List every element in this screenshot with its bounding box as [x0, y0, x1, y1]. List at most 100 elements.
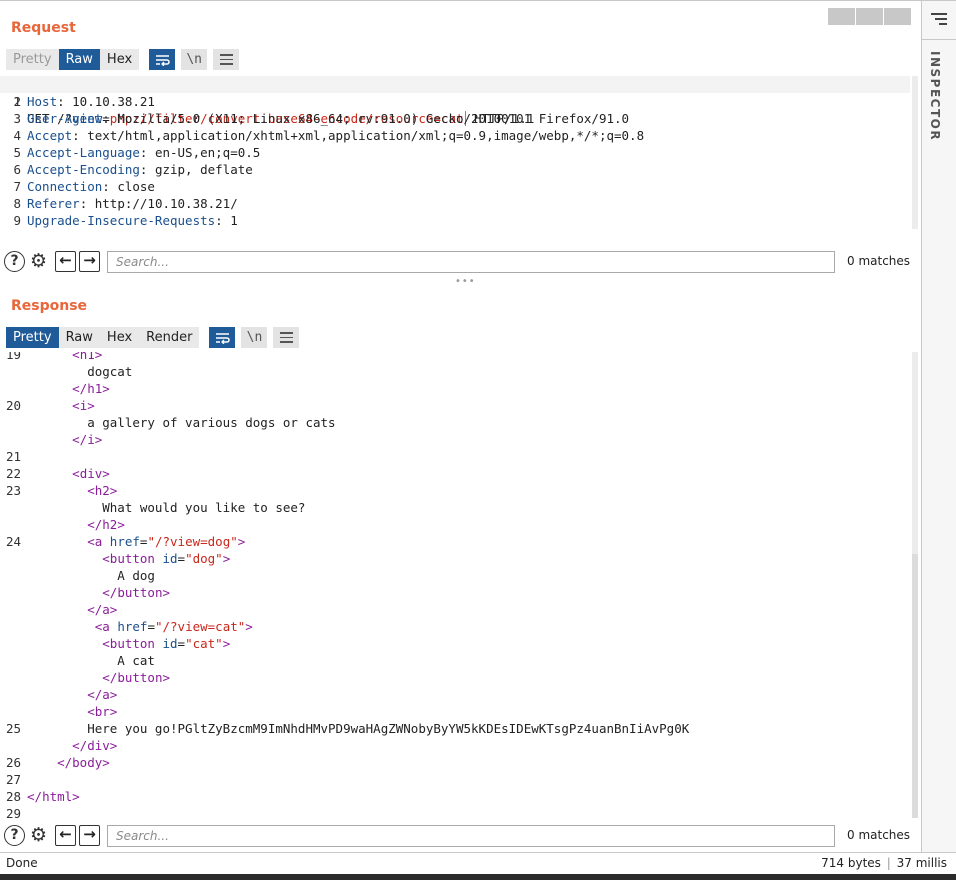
response-wrap-lines-button[interactable] — [209, 327, 236, 348]
request-tab-pretty[interactable]: Pretty — [6, 49, 59, 70]
response-menu-button[interactable] — [273, 327, 300, 348]
response-tab-raw[interactable]: Raw — [58, 327, 100, 348]
response-match-count: 0 matches — [847, 828, 911, 842]
hamburger-icon — [279, 332, 293, 343]
request-header-line: 3 User-Agent: Mozilla/5.0 (X11; Linux x86… — [13, 111, 630, 126]
code-token: < — [27, 352, 80, 362]
response-code-line: a gallery of various dogs or cats — [0, 414, 910, 431]
header-name: User-Agent — [27, 111, 103, 126]
response-code-line: </h1> — [0, 380, 910, 397]
code-token: h1 — [87, 381, 103, 396]
request-wrap-lines-button[interactable] — [149, 49, 176, 70]
response-editor[interactable]: 19 <h1> dogcat </h1> 20 <i> a gallery of … — [0, 352, 912, 821]
gear-icon[interactable]: ⚙ — [28, 825, 49, 846]
side-by-side-layout-button[interactable] — [828, 8, 855, 25]
response-code-line: </button> — [0, 669, 910, 686]
response-show-newlines-button[interactable]: \n — [241, 327, 268, 348]
response-code-line: <button id="cat"> — [0, 635, 910, 652]
inspector-menu-icon[interactable] — [931, 13, 947, 27]
status-bar: Done 714 bytes | 37 millis — [0, 852, 956, 874]
request-search-input[interactable] — [107, 251, 835, 273]
code-token: = — [177, 636, 186, 651]
message-editor-panel: Request Pretty Raw Hex \n 1 GET /?view=p… — [0, 0, 921, 852]
code-token: Here you go!PGltZyBzcmM9ImNhdHMvPD9waHAg… — [27, 721, 690, 736]
response-time: 37 millis — [896, 856, 947, 870]
search-previous-button[interactable]: ← — [55, 251, 76, 272]
request-search-bar: ? ⚙ ← → 0 matches — [4, 251, 916, 274]
response-tab-pretty[interactable]: Pretty — [6, 327, 59, 348]
response-code-line: 28 </html> — [5, 789, 80, 804]
code-token: </ — [27, 602, 103, 617]
code-token: > — [102, 755, 110, 770]
code-token: > — [162, 670, 170, 685]
splitter-grip-icon: ••• — [455, 276, 476, 287]
code-token: = — [177, 551, 186, 566]
response-code-line: 27 — [5, 772, 21, 787]
gear-icon[interactable]: ⚙ — [28, 251, 49, 272]
header-value: : en-US,en;q=0.5 — [139, 145, 261, 160]
code-token: > — [94, 352, 103, 362]
code-token: > — [94, 432, 103, 447]
code-token: id — [162, 551, 178, 566]
response-code-line: 20 <i> — [5, 398, 95, 413]
header-name: Connection — [27, 179, 103, 194]
response-code-line: 19 <h1> — [0, 352, 910, 363]
help-icon[interactable]: ? — [4, 825, 25, 846]
request-header-line: 5 Accept-Language: en-US,en;q=0.5 — [13, 145, 261, 160]
request-tab-raw[interactable]: Raw — [58, 49, 100, 70]
single-pane-icon — [884, 8, 911, 25]
request-show-newlines-button[interactable]: \n — [181, 49, 208, 70]
response-code-line: </a> — [0, 686, 910, 703]
response-code-line: </i> — [0, 431, 910, 448]
response-size: 714 bytes — [821, 856, 881, 870]
inspector-tab[interactable]: INSPECTOR — [928, 51, 942, 141]
search-next-button[interactable]: → — [79, 251, 100, 272]
single-pane-layout-button[interactable] — [884, 8, 911, 25]
code-token: a — [102, 619, 118, 634]
code-token: < — [27, 704, 95, 719]
code-token: "dog" — [185, 551, 223, 566]
stacked-layout-button[interactable] — [856, 8, 883, 25]
request-header-line: 6 Accept-Encoding: gzip, deflate — [13, 162, 253, 177]
request-header-line: 8 Referer: http://10.10.38.21/ — [13, 196, 238, 211]
response-search-input[interactable] — [107, 825, 835, 847]
search-next-button[interactable]: → — [79, 825, 100, 846]
code-token: > — [245, 619, 253, 634]
code-token: html — [42, 789, 73, 804]
code-token: > — [109, 483, 118, 498]
code-token: </ — [27, 381, 88, 396]
request-editor[interactable]: 1 GET /?view=php://filter/convert.base64… — [0, 76, 912, 246]
code-token: br — [94, 704, 110, 719]
inspector-rail: INSPECTOR — [921, 0, 956, 852]
request-scrollbar[interactable] — [912, 76, 918, 229]
code-token: > — [222, 636, 231, 651]
response-tab-render[interactable]: Render — [139, 327, 200, 348]
request-line-1: 1 GET /?view=php://filter/convert.base64… — [0, 76, 910, 126]
code-token: < — [27, 466, 80, 481]
request-tab-hex[interactable]: Hex — [99, 49, 140, 70]
response-code-line: A dog — [0, 567, 910, 584]
request-menu-button[interactable] — [213, 49, 240, 70]
code-token: h2 — [94, 483, 110, 498]
code-token: "cat" — [185, 636, 223, 651]
code-token: = — [147, 619, 155, 634]
code-token: > — [109, 602, 118, 617]
response-code-line: <button id="dog"> — [0, 550, 910, 567]
response-tab-hex[interactable]: Hex — [99, 327, 140, 348]
code-token: > — [87, 398, 95, 413]
response-scrollbar-thumb[interactable] — [912, 554, 918, 818]
response-code-line: What would you like to see? — [0, 499, 910, 516]
request-header-line: 2 Host: 10.10.38.21 — [13, 94, 155, 109]
code-token: button — [109, 551, 163, 566]
help-icon[interactable]: ? — [4, 251, 25, 272]
response-code-line: 24 <a href="/?view=dog"> — [5, 534, 246, 549]
header-name: Host — [27, 94, 58, 109]
response-code-line: 26 </body> — [5, 755, 110, 770]
header-name: Accept — [27, 128, 73, 143]
header-name: Referer — [27, 196, 80, 211]
response-code-line: <a href="/?view=cat"> — [0, 618, 910, 635]
search-previous-button[interactable]: ← — [55, 825, 76, 846]
code-token: button — [109, 636, 163, 651]
code-token: </ — [27, 755, 73, 770]
pane-splitter[interactable]: ••• — [0, 275, 921, 287]
